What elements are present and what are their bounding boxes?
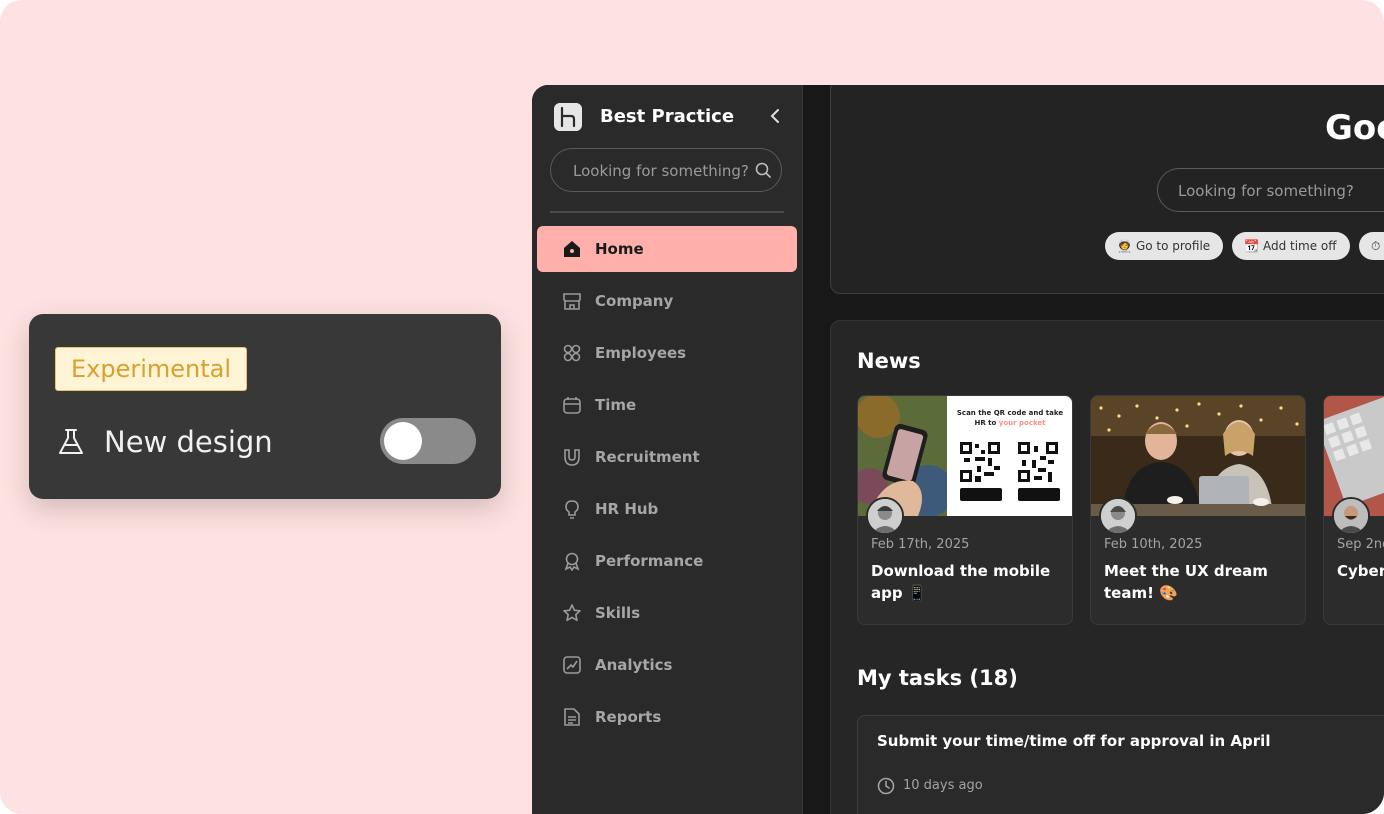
hero-search-input[interactable]	[1176, 169, 1384, 213]
hero-search[interactable]	[1157, 168, 1384, 213]
home-content: News Scan the QR code and take HR to you	[830, 320, 1384, 814]
new-design-label: New design	[104, 425, 273, 459]
hero-panel: Goo 🧑‍🚀Go to profile 📆Add time off ⏱	[830, 85, 1384, 294]
sidebar-item-employees[interactable]: Employees	[537, 330, 797, 376]
sidebar-item-time[interactable]: Time	[537, 382, 797, 428]
google-play-badge	[960, 488, 1002, 501]
chip-label: Go to profile	[1135, 239, 1211, 253]
sidebar-item-recruitment[interactable]: Recruitment	[537, 434, 797, 480]
astronaut-icon: 🧑‍🚀	[1117, 239, 1132, 253]
document-icon	[564, 708, 580, 726]
sidebar: Best Practice Home Company	[532, 85, 803, 814]
go-to-profile-chip[interactable]: 🧑‍🚀 Go to profile	[1105, 232, 1223, 260]
phone-photo	[858, 396, 954, 516]
sidebar-item-label: Time	[595, 396, 637, 414]
experimental-badge: Experimental	[55, 347, 247, 391]
sidebar-search[interactable]	[550, 148, 782, 193]
news-date: Feb 17th, 2025	[871, 537, 970, 552]
sidebar-item-label: Skills	[595, 604, 641, 622]
add-time-off-chip[interactable]: 📆 Add time off	[1232, 232, 1350, 260]
toggle-knob	[384, 422, 422, 460]
sidebar-item-label: Employees	[595, 344, 687, 362]
new-design-toggle[interactable]	[380, 418, 476, 464]
chevron-left-icon[interactable]	[766, 107, 784, 125]
avatar	[1099, 497, 1137, 535]
logo-icon	[554, 103, 582, 131]
award-icon	[564, 552, 580, 571]
sidebar-divider	[550, 211, 784, 213]
experimental-card: Experimental New design	[29, 314, 501, 499]
sidebar-item-hr-hub[interactable]: HR Hub	[537, 486, 797, 532]
qr-code-icon	[1018, 442, 1058, 482]
sidebar-item-label: HR Hub	[595, 500, 659, 518]
lightbulb-icon	[565, 500, 579, 519]
chart-icon	[563, 656, 581, 674]
people-icon	[563, 344, 581, 362]
clock-icon	[877, 777, 895, 795]
sidebar-item-company[interactable]: Company	[537, 278, 797, 324]
news-card[interactable]: Scan the QR code and take HR to your poc…	[857, 395, 1073, 625]
canvas: Experimental New design Best Practice Lo…	[0, 0, 1384, 814]
building-icon	[563, 293, 581, 310]
app-store-badge	[1018, 488, 1060, 501]
sidebar-item-label: Recruitment	[595, 448, 700, 466]
news-card[interactable]: Sep 2nd Cyber aware	[1323, 395, 1384, 625]
task-title: Submit your time/time off for approval i…	[877, 732, 1271, 750]
sidebar-item-label: Home	[595, 240, 644, 258]
sidebar-item-performance[interactable]: Performance	[537, 538, 797, 584]
qr-promo: Scan the QR code and take HR to your poc…	[947, 396, 1072, 516]
news-date: Feb 10th, 2025	[1104, 537, 1203, 552]
tasks-title: My tasks (18)	[857, 666, 1018, 690]
flask-icon	[59, 429, 83, 454]
timer-chip[interactable]: ⏱	[1359, 232, 1384, 260]
sidebar-item-skills[interactable]: Skills	[537, 590, 797, 636]
chip-label: Add time off	[1262, 239, 1337, 253]
sidebar-item-analytics[interactable]: Analytics	[537, 642, 797, 688]
sidebar-item-label: Performance	[595, 552, 704, 570]
news-card[interactable]: Feb 10th, 2025 Meet the UX dream team! 🎨	[1090, 395, 1306, 625]
sidebar-item-label: Company	[595, 292, 674, 310]
sidebar-item-home[interactable]: Home	[537, 226, 797, 272]
news-headline: Download the mobile app 📱	[871, 562, 1051, 602]
task-item[interactable]: Submit your time/time off for approval i…	[857, 715, 1384, 814]
news-headline: Cyber aware	[1337, 562, 1384, 580]
star-icon	[563, 604, 581, 622]
news-title: News	[857, 349, 921, 373]
calendar-icon	[563, 397, 581, 414]
sidebar-item-label: Reports	[595, 708, 662, 726]
task-time: 10 days ago	[903, 778, 983, 793]
home-icon	[564, 241, 580, 257]
news-headline: Meet the UX dream team! 🎨	[1104, 562, 1268, 602]
qr-code-icon	[960, 442, 1000, 482]
avatar	[866, 497, 904, 535]
qr-promo-text: Scan the QR code and take HR to your poc…	[956, 409, 1064, 427]
sidebar-search-input[interactable]	[571, 149, 755, 193]
calendar-emoji-icon: 📆	[1244, 239, 1259, 253]
app-window: Best Practice Home Company	[532, 85, 1384, 814]
sidebar-item-reports[interactable]: Reports	[537, 694, 797, 740]
avatar	[1332, 497, 1370, 535]
brand-name: Best Practice	[600, 106, 735, 127]
magnet-icon	[564, 449, 580, 466]
stopwatch-icon: ⏱	[1371, 239, 1381, 253]
news-date: Sep 2nd	[1337, 537, 1384, 552]
greeting-title: Goo	[1325, 108, 1384, 148]
search-icon	[755, 162, 771, 178]
sidebar-item-label: Analytics	[595, 656, 673, 674]
